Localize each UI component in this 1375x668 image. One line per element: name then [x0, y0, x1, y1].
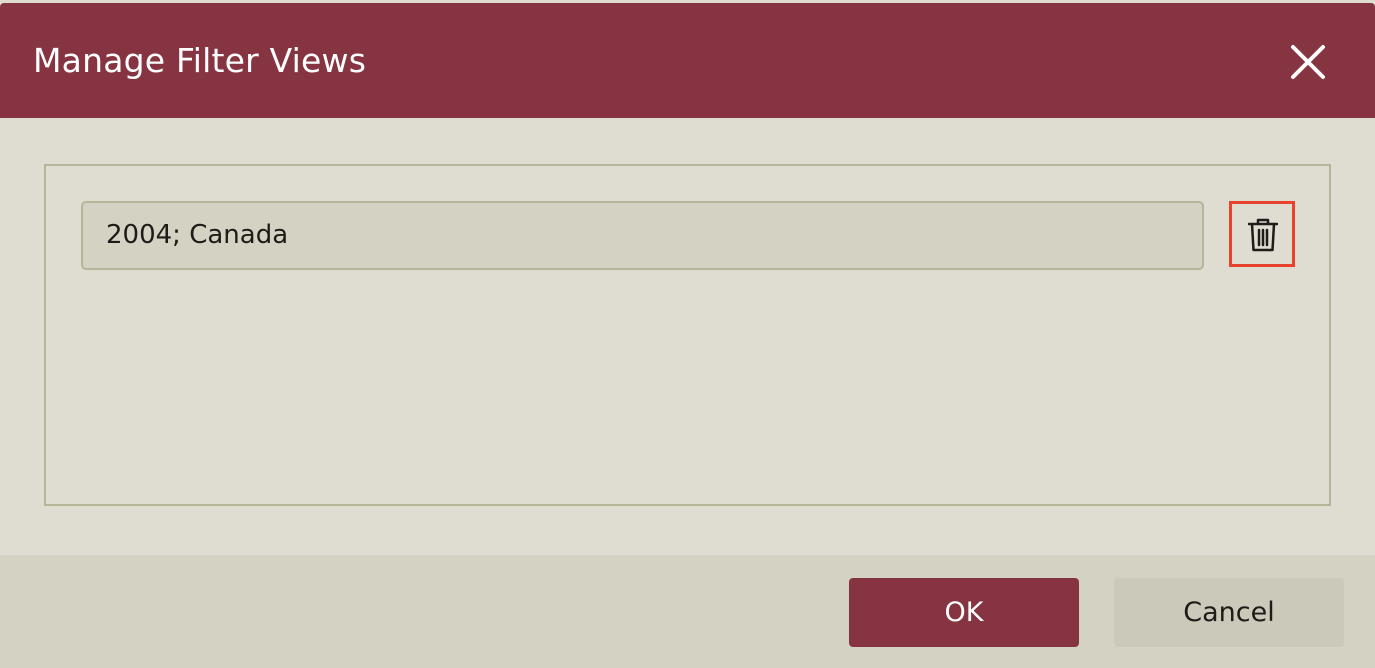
close-icon: [1291, 45, 1325, 79]
manage-filter-views-dialog: Manage Filter Views 2004; Canada OK Canc…: [0, 0, 1375, 668]
dialog-title: Manage Filter Views: [33, 41, 367, 80]
cancel-button[interactable]: Cancel: [1114, 578, 1344, 647]
filter-view-item[interactable]: 2004; Canada: [81, 201, 1204, 270]
trash-icon: [1248, 218, 1278, 252]
delete-filter-view-button[interactable]: [1229, 201, 1295, 267]
dialog-header: Manage Filter Views: [0, 3, 1375, 118]
close-button[interactable]: [1286, 40, 1330, 84]
ok-button[interactable]: OK: [849, 578, 1079, 647]
filter-view-name: 2004; Canada: [106, 220, 289, 250]
